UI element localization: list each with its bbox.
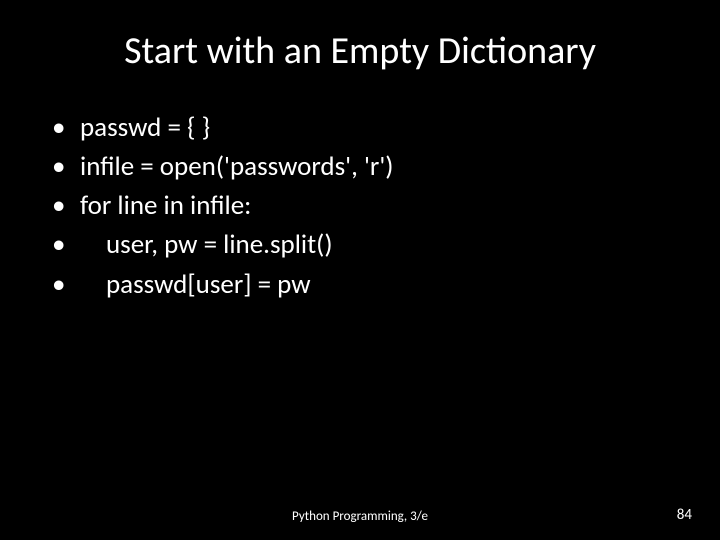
list-item-text: passwd[user] = pw (80, 265, 311, 304)
bullet-icon: • (52, 186, 65, 225)
bullet-icon: • (52, 225, 65, 264)
list-item: • user, pw = line.split() (52, 225, 674, 264)
slide: Start with an Empty Dictionary • passwd … (0, 0, 720, 540)
bullet-icon: • (52, 265, 65, 304)
list-item-text: infile = open('passwords', 'r') (80, 150, 394, 183)
bullet-icon: • (52, 147, 65, 186)
list-item-text: passwd = { } (80, 111, 210, 144)
list-item-text: user, pw = line.split() (80, 225, 333, 264)
list-item: • infile = open('passwords', 'r') (52, 147, 674, 186)
list-item: • passwd = { } (52, 108, 674, 147)
slide-title: Start with an Empty Dictionary (46, 28, 674, 74)
bullet-list: • passwd = { } • infile = open('password… (46, 108, 674, 304)
bullet-icon: • (52, 108, 65, 147)
list-item: • for line in infile: (52, 186, 674, 225)
list-item-text: for line in infile: (80, 189, 251, 222)
page-number: 84 (677, 506, 692, 524)
footer-text: Python Programming, 3/e (0, 509, 720, 524)
list-item: • passwd[user] = pw (52, 265, 674, 304)
